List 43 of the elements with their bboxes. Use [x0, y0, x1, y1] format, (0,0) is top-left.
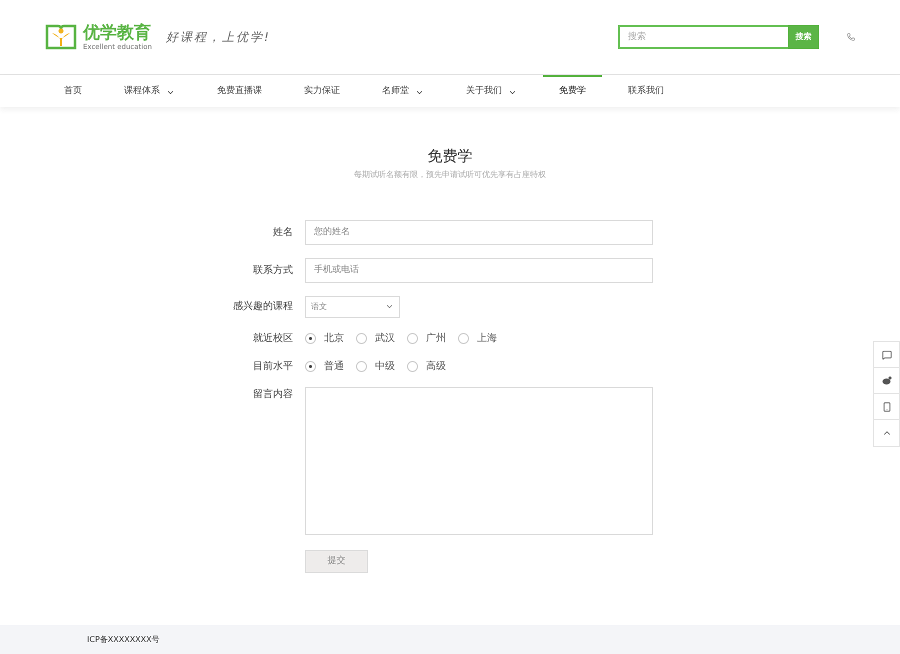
form-label: 就近校区 — [252, 332, 293, 346]
phone-icon — [847, 33, 855, 41]
radio-label: 高级 — [426, 360, 446, 374]
nav-tab[interactable]: 关于我们 — [450, 75, 533, 107]
course-select[interactable]: 语文 — [305, 296, 400, 318]
smartphone-icon — [882, 402, 892, 412]
search-field[interactable]: 搜索 — [618, 25, 788, 49]
name-field[interactable]: 您的姓名 — [305, 220, 653, 244]
radio-button[interactable] — [356, 360, 367, 372]
chat-icon — [882, 350, 892, 360]
radio-label: 广州 — [426, 332, 446, 346]
slogan: 好课程，上优学! — [166, 29, 271, 46]
form-label: 目前水平 — [252, 360, 293, 374]
contact-field[interactable]: 手机或电话 — [305, 258, 653, 282]
nav-tab[interactable]: 课程体系 — [108, 75, 191, 107]
radio-label: 北京 — [324, 332, 344, 346]
form-label: 姓名 — [272, 226, 293, 240]
radio-button[interactable] — [407, 332, 418, 344]
form-label: 感兴趣的课程 — [232, 300, 293, 314]
radio-label: 武汉 — [375, 332, 395, 346]
nav-tab[interactable]: 免费直播课 — [201, 75, 278, 107]
radio-button[interactable] — [407, 360, 418, 372]
page-title: 免费学 — [428, 146, 472, 167]
radio-label: 中级 — [375, 360, 395, 374]
chevron-down-icon — [385, 302, 394, 311]
logo-title: 优学教育 — [83, 22, 152, 42]
nav-tab[interactable]: 首页 — [48, 75, 98, 107]
form-label: 留言内容 — [252, 388, 293, 402]
nav-tab[interactable]: 免费学 — [543, 75, 602, 107]
footer-text: ICP备XXXXXXXX号 — [87, 634, 160, 646]
page-subtitle: 每期试听名额有限，预先申请试听可优先享有占座特权 — [354, 168, 546, 180]
radio-label: 上海 — [477, 332, 497, 346]
radio-button[interactable] — [356, 332, 367, 344]
nav-tab[interactable]: 联系我们 — [612, 75, 680, 107]
radio-button[interactable] — [458, 332, 469, 344]
form-label: 联系方式 — [252, 264, 293, 278]
radio-button[interactable] — [305, 360, 316, 372]
radio-button[interactable] — [305, 332, 316, 344]
nav-tab[interactable]: 名师堂 — [366, 75, 440, 107]
message-field[interactable] — [305, 386, 653, 534]
radio-label: 普通 — [324, 360, 344, 374]
logo-icon — [45, 23, 77, 51]
nav-tab[interactable]: 实力保证 — [288, 75, 356, 107]
